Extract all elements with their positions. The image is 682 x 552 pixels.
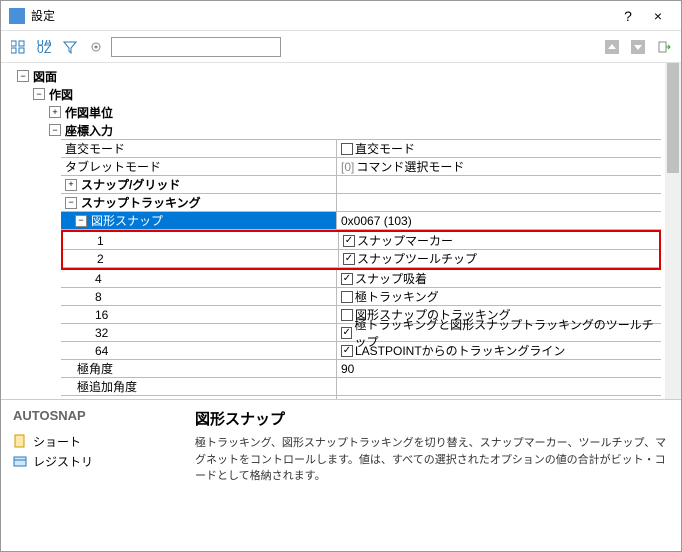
window-title: 設定	[31, 7, 613, 24]
prop-key: 極モード	[81, 396, 129, 399]
collapse-icon[interactable]: −	[33, 88, 45, 100]
prop-snaptrack[interactable]: −スナップトラッキング	[61, 194, 661, 212]
link-registry[interactable]: レジストリ	[13, 451, 183, 471]
desc-text: 極トラッキング、図形スナップトラッキングを切り替え、スナップマーカー、ツールチッ…	[195, 435, 669, 485]
prop-bit-1[interactable]: 1 ✓スナップマーカー	[63, 232, 659, 250]
link-label: ショート	[33, 433, 81, 450]
tree-label: 座標入力	[65, 122, 113, 139]
prop-polmode[interactable]: + 極モード 0x0001 (1)	[61, 396, 661, 399]
prop-key: 64	[95, 344, 108, 358]
prop-val: 直交モード	[355, 140, 415, 157]
autosnap-heading: AUTOSNAP	[13, 408, 183, 423]
scroll-thumb[interactable]	[667, 63, 679, 173]
settings-tree[interactable]: −図面 −作図 +作図単位 −座標入力 直交モード 直交モード タブレットモード…	[1, 63, 681, 399]
prop-key: タブレットモード	[65, 158, 161, 175]
prop-ortho[interactable]: 直交モード 直交モード	[61, 140, 661, 158]
prop-key: 直交モード	[65, 140, 125, 157]
search-input[interactable]	[111, 37, 281, 57]
prop-code: [0]	[341, 160, 354, 174]
link-label: レジストリ	[33, 453, 93, 470]
highlighted-rows: 1 ✓スナップマーカー 2 ✓スナップツールチップ	[61, 230, 661, 270]
up-icon[interactable]	[601, 36, 623, 58]
prop-bit-64[interactable]: 64 ✓LASTPOINTからのトラッキングライン	[61, 342, 661, 360]
registry-icon	[13, 454, 27, 468]
prop-key: スナップトラッキング	[81, 194, 201, 211]
prop-polang[interactable]: 極角度 90	[61, 360, 661, 378]
prop-bit-32[interactable]: 32 ✓極トラッキングと図形スナップトラッキングのツールチップ	[61, 324, 661, 342]
tree-label: 図面	[33, 68, 57, 85]
prop-bit-8[interactable]: 8 極トラッキング	[61, 288, 661, 306]
prop-osnap-selected[interactable]: −図形スナップ 0x0067 (103)	[61, 212, 661, 230]
desc-heading: 図形スナップ	[195, 408, 669, 429]
prop-key: 1	[97, 234, 104, 248]
checkbox-checked[interactable]: ✓	[341, 327, 352, 339]
link-short[interactable]: ショート	[13, 431, 183, 451]
prop-val: LASTPOINTからのトラッキングライン	[355, 342, 565, 359]
expand-icon[interactable]: +	[65, 399, 77, 400]
checkbox-unchecked[interactable]	[341, 309, 353, 321]
collapse-icon[interactable]: −	[49, 124, 61, 136]
prop-val: コマンド選択モード	[356, 158, 464, 175]
help-button[interactable]: ?	[613, 8, 643, 24]
checkbox-unchecked[interactable]	[341, 291, 353, 303]
prop-key: 16	[95, 308, 108, 322]
export-icon[interactable]	[653, 36, 675, 58]
prop-key: 極角度	[77, 360, 113, 377]
toolbar: 0A0Z	[1, 31, 681, 63]
prop-val: 極トラッキング	[355, 288, 439, 305]
main-area: −図面 −作図 +作図単位 −座標入力 直交モード 直交モード タブレットモード…	[1, 63, 681, 475]
prop-val: スナップ吸着	[355, 270, 427, 287]
expand-icon[interactable]: +	[49, 106, 61, 118]
collapse-icon[interactable]: −	[17, 70, 29, 82]
checkbox-checked[interactable]: ✓	[341, 345, 353, 357]
checkbox-checked[interactable]: ✓	[341, 273, 353, 285]
tree-node-coord[interactable]: −座標入力	[1, 121, 681, 139]
titlebar: 設定 ? ×	[1, 1, 681, 31]
sort-icon[interactable]: 0A0Z	[33, 36, 55, 58]
scrollbar[interactable]	[665, 63, 681, 399]
checkbox-checked[interactable]: ✓	[343, 253, 355, 265]
checkbox-checked[interactable]: ✓	[343, 235, 355, 247]
info-panel: AUTOSNAP ショート レジストリ 図形スナップ 極トラッキング、図形スナッ…	[1, 399, 681, 475]
prop-snapgrid[interactable]: + スナップ/グリッド	[61, 176, 661, 194]
prop-key: 2	[97, 252, 104, 266]
prop-key: 32	[95, 326, 108, 340]
collapse-icon[interactable]: −	[75, 215, 87, 227]
prop-bit-4[interactable]: 4 ✓スナップ吸着	[61, 270, 661, 288]
checkbox-unchecked[interactable]	[341, 143, 353, 155]
document-icon	[13, 434, 27, 448]
prop-key: 極追加角度	[77, 378, 137, 395]
prop-val: スナップツールチップ	[357, 250, 477, 267]
tree-node-root[interactable]: −図面	[1, 67, 681, 85]
gear-icon[interactable]	[85, 36, 107, 58]
prop-key: 図形スナップ	[91, 212, 163, 229]
tree-label: 作図	[49, 86, 73, 103]
prop-bit-2[interactable]: 2 ✓スナップツールチップ	[63, 250, 659, 268]
prop-key: 4	[95, 272, 102, 286]
prop-val: 0x0001 (1)	[341, 398, 398, 400]
description: 図形スナップ 極トラッキング、図形スナップトラッキングを切り替え、スナップマーカ…	[195, 408, 669, 467]
collapse-icon[interactable]: −	[65, 197, 77, 209]
side-links: AUTOSNAP ショート レジストリ	[13, 408, 183, 467]
prop-key: スナップ/グリッド	[81, 176, 180, 193]
prop-poladd[interactable]: 極追加角度	[61, 378, 661, 396]
property-grid: 直交モード 直交モード タブレットモード [0]コマンド選択モード + スナップ/…	[61, 139, 661, 399]
prop-tablet[interactable]: タブレットモード [0]コマンド選択モード	[61, 158, 661, 176]
svg-text:0: 0	[37, 42, 44, 54]
prop-key: 8	[95, 290, 102, 304]
tree-node-drawing[interactable]: −作図	[1, 85, 681, 103]
tree-node-units[interactable]: + 作図単位	[1, 103, 681, 121]
filter-icon[interactable]	[59, 36, 81, 58]
prop-val: スナップマーカー	[357, 232, 453, 249]
close-button[interactable]: ×	[643, 8, 673, 24]
tree-view-icon[interactable]	[7, 36, 29, 58]
prop-val: 90	[341, 362, 354, 376]
app-icon	[9, 8, 25, 24]
expand-icon[interactable]: +	[65, 179, 77, 191]
down-icon[interactable]	[627, 36, 649, 58]
prop-val: 0x0067 (103)	[341, 214, 412, 228]
svg-text:Z: Z	[44, 42, 51, 54]
tree-label: 作図単位	[65, 104, 113, 121]
